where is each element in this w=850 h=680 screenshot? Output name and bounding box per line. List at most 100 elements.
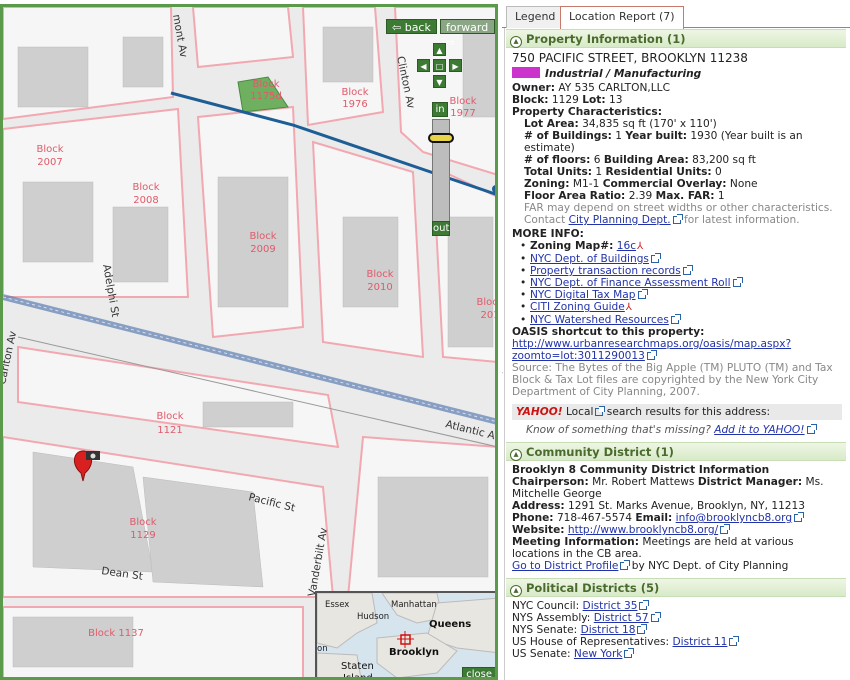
external-link-icon [682, 265, 693, 275]
website-link[interactable]: http://www.brooklyncb8.org/ [568, 524, 718, 536]
external-link-icon [650, 612, 661, 622]
svg-text:Block: Block [366, 269, 393, 280]
email-link[interactable]: info@brooklyncb8.org [676, 512, 792, 524]
city-planning-link[interactable]: City Planning Dept. [569, 214, 671, 226]
yahoo-local-link[interactable]: Local [566, 406, 593, 418]
yahoo-local-bar: YAHOO! Local search results for this add… [512, 404, 842, 420]
svg-text:Block: Block [449, 96, 476, 107]
yahoo-logo: YAHOO! [516, 406, 563, 418]
svg-text:Block: Block [249, 231, 276, 242]
svg-text:on: on [317, 644, 328, 654]
tab-legend[interactable]: Legend [506, 6, 565, 28]
external-link-icon [670, 314, 681, 324]
zoom-in-button[interactable]: in [432, 102, 448, 117]
block-label: Block [252, 79, 279, 90]
list-item: NYC Council: District 35 [512, 600, 842, 612]
zoning-map-link[interactable]: 16c [617, 240, 636, 252]
svg-text:1977: 1977 [450, 108, 475, 119]
landuse-label: Industrial / Manufacturing [545, 68, 702, 80]
pdf-icon: ⅄ [637, 241, 644, 252]
svg-text:Manhattan: Manhattan [391, 600, 437, 610]
external-link-icon [729, 636, 740, 646]
close-overview-button[interactable]: close [462, 667, 495, 677]
us-senate-link[interactable]: New York [574, 648, 623, 660]
svg-text:Block: Block [476, 297, 498, 308]
transaction-records-link[interactable]: Property transaction records [530, 265, 681, 277]
svg-text:2008: 2008 [133, 195, 158, 206]
svg-text:1121: 1121 [157, 425, 182, 436]
assessment-roll-link[interactable]: NYC Dept. of Finance Assessment Roll [530, 277, 731, 289]
svg-text:Block: Block [36, 144, 63, 155]
add-to-yahoo-link[interactable]: Add it to YAHOO! [714, 424, 804, 436]
property-info-header[interactable]: ▴ Property Information (1) [506, 29, 846, 48]
property-address: 750 PACIFIC STREET, BROOKLYN 11238 [512, 51, 748, 65]
info-panel: Legend Location Report (7) › ▴Property I… [502, 0, 850, 680]
svg-text:201: 201 [480, 310, 498, 321]
dept-buildings-link[interactable]: NYC Dept. of Buildings [530, 253, 649, 265]
zoning-guide-link[interactable]: CITI Zoning Guide [530, 301, 625, 313]
community-district-body: Brooklyn 8 Community District Informatio… [512, 464, 824, 572]
external-link-icon [620, 560, 631, 570]
zoom-slider-knob[interactable] [428, 133, 454, 143]
map-canvas[interactable]: Block1175d Block1976 Block1977 Block2007… [3, 7, 498, 680]
pan-up-icon[interactable]: ▲ [433, 43, 446, 56]
svg-text:1976: 1976 [342, 99, 367, 110]
svg-text:1129: 1129 [130, 530, 155, 541]
nys-senate-link[interactable]: District 18 [581, 624, 636, 636]
external-link-icon [732, 277, 743, 287]
map-view[interactable]: Block 1175d Block 1976 Block 1977 Block 2007… [0, 4, 498, 680]
pan-down-icon[interactable]: ▼ [433, 75, 446, 88]
svg-text:2010: 2010 [367, 282, 392, 293]
collapse-icon: ▴ [510, 449, 522, 461]
pdf-icon: ⅄ [625, 302, 632, 313]
external-link-icon [672, 214, 683, 224]
district-profile-link[interactable]: Go to District Profile [512, 560, 618, 572]
pan-center-icon[interactable]: □ [433, 59, 446, 72]
back-button[interactable]: ⇦ back [386, 19, 437, 34]
svg-text:Block 1137: Block 1137 [88, 628, 144, 639]
property-info-body: 750 PACIFIC STREET, BROOKLYN 11238 Indus… [506, 48, 846, 442]
us-house-link[interactable]: District 11 [673, 636, 728, 648]
svg-text:Staten: Staten [341, 661, 374, 672]
panel-resize-gutter[interactable]: › [502, 28, 505, 680]
list-item: NYS Assembly: District 57 [512, 612, 842, 624]
svg-text:Hudson: Hudson [357, 612, 389, 622]
external-link-icon [637, 624, 648, 634]
forward-button[interactable]: forward ⇨ [440, 19, 495, 49]
tax-map-link[interactable]: NYC Digital Tax Map [530, 289, 636, 301]
svg-text:Island: Island [343, 673, 373, 680]
collapse-icon: ▴ [510, 36, 522, 48]
landuse-swatch [512, 67, 540, 78]
collapse-arrow-icon[interactable]: › [502, 368, 503, 377]
community-district-header[interactable]: ▴ Community District (1) [506, 442, 846, 461]
external-link-icon [624, 648, 635, 658]
svg-text:Essex: Essex [325, 600, 349, 610]
collapse-icon: ▴ [510, 585, 522, 597]
svg-text:Queens: Queens [429, 619, 471, 630]
pan-right-icon[interactable]: ▶ [449, 59, 462, 72]
external-link-icon [720, 524, 731, 534]
list-item: US Senate: New York [512, 648, 842, 660]
pan-left-icon[interactable]: ◀ [417, 59, 430, 72]
list-item: US House of Representatives: District 11 [512, 636, 842, 648]
external-link-icon [646, 350, 657, 360]
source-note: Source: The Bytes of the Big Apple (TM) … [512, 362, 833, 398]
external-link-icon [806, 424, 817, 434]
tab-location-report[interactable]: Location Report (7) [560, 6, 684, 29]
overview-map[interactable]: Essex Hudson Manhattan Queens Brooklyn S… [315, 591, 495, 680]
watershed-link[interactable]: NYC Watershed Resources [530, 314, 669, 326]
svg-text:2009: 2009 [250, 244, 275, 255]
svg-text:Brooklyn: Brooklyn [389, 647, 439, 658]
zoom-out-button[interactable]: out [432, 221, 450, 236]
svg-text:Block: Block [156, 411, 183, 422]
external-link-icon [639, 600, 650, 610]
more-info-list: Zoning Map#: 16c⅄ NYC Dept. of Buildings… [512, 240, 842, 326]
list-item: NYS Senate: District 18 [512, 624, 842, 636]
external-link-icon [595, 406, 606, 416]
owner-value: AY 535 CARLTON,LLC [558, 82, 670, 94]
svg-text:2007: 2007 [37, 157, 62, 168]
political-districts-header[interactable]: ▴ Political Districts (5) [506, 578, 846, 597]
nyc-council-link[interactable]: District 35 [583, 600, 638, 612]
svg-text:Block: Block [132, 182, 159, 193]
nys-assembly-link[interactable]: District 57 [594, 612, 649, 624]
